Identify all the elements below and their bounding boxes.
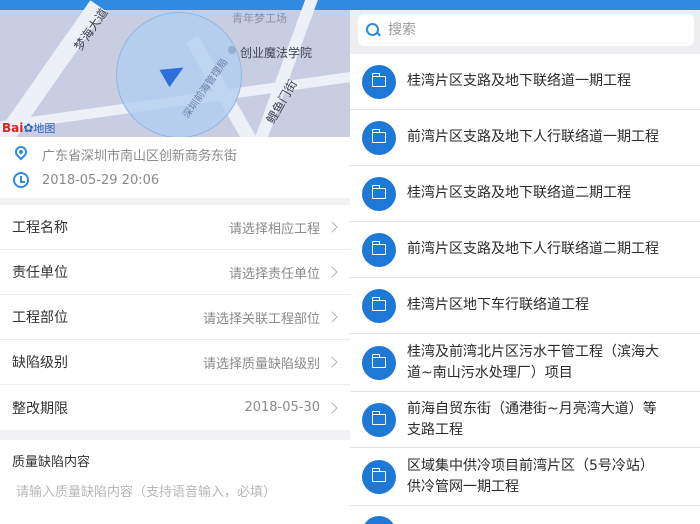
folder-icon bbox=[362, 233, 396, 267]
map-view[interactable]: 青年梦工场 梦海大道 创业魔法学院 鲤鱼门街 深圳前海管理局 Bai✿地图 bbox=[0, 0, 350, 137]
folder-icon bbox=[362, 177, 396, 211]
search-icon bbox=[366, 23, 380, 37]
list-item[interactable]: 前湾片区支路及地下人行联络道一期工程 bbox=[350, 110, 700, 166]
folder-icon bbox=[362, 65, 396, 99]
list-item-label: 前湾片区支路及地下人行联络道二期工程 bbox=[407, 241, 659, 257]
form-label: 缺陷级别 bbox=[12, 355, 68, 371]
form-value: 请选择质量缺陷级别 bbox=[202, 356, 320, 372]
chevron-right-icon bbox=[326, 311, 338, 323]
search-input[interactable] bbox=[388, 22, 668, 38]
list-item-label: 桂湾及前湾北片区污水干管工程（滨海大 道~南山污水处理厂）项目 bbox=[407, 342, 692, 384]
list-item-label: 桂湾片区支路及地下联络道一期工程 bbox=[407, 73, 631, 89]
description-input[interactable]: 请输入质量缺陷内容（支持语音输入，必填） bbox=[16, 481, 276, 500]
clock-icon bbox=[12, 171, 30, 189]
left-panel: 青年梦工场 梦海大道 创业魔法学院 鲤鱼门街 深圳前海管理局 Bai✿地图 广东… bbox=[0, 0, 350, 524]
list-item-line: 供冷管网一期工程 bbox=[407, 479, 519, 495]
list-item-line: 区域集中供冷项目前湾片区（5号冷站） bbox=[407, 458, 654, 474]
search-bar[interactable] bbox=[358, 14, 694, 46]
form-row-deadline[interactable]: 整改期限 2018-05-30 bbox=[0, 385, 350, 430]
location-pin-icon bbox=[12, 143, 30, 163]
location-info: 广东省深圳市南山区创新商务东街 2018-05-29 20:06 bbox=[0, 137, 350, 198]
chevron-right-icon bbox=[326, 356, 338, 368]
map-logo-suffix: 地图 bbox=[33, 122, 56, 135]
list-item-label: 前海自贸东街（通港街~月亮湾大道）等 支路工程 bbox=[407, 399, 692, 441]
list-item[interactable]: 前海自贸东街（通港街~月亮湾大道）等 支路工程 bbox=[350, 392, 700, 448]
list-item-label: 桂湾片区支路及地下联络道二期工程 bbox=[407, 185, 631, 201]
form-value: 2018-05-30 bbox=[244, 400, 320, 415]
list-item-line: 支路工程 bbox=[407, 422, 463, 438]
map-logo: Bai✿地图 bbox=[2, 120, 55, 136]
list-item[interactable]: 桂湾片区支路及地下联络道一期工程 bbox=[350, 54, 700, 110]
folder-icon bbox=[362, 516, 396, 524]
list-item-line: 前海自贸东街（通港街~月亮湾大道）等 bbox=[407, 401, 657, 417]
map-logo-text: Bai bbox=[2, 121, 24, 135]
list-item[interactable]: 前湾片区支路及地下人行联络道二期工程 bbox=[350, 222, 700, 278]
form-label: 工程部位 bbox=[12, 310, 68, 326]
chevron-right-icon bbox=[326, 401, 338, 414]
list-item-line: 桂湾及前湾北片区污水干管工程（滨海大 bbox=[407, 344, 659, 360]
form-row-part[interactable]: 工程部位 请选择关联工程部位 bbox=[0, 295, 350, 340]
list-item-label: 区域集中供冷项目前湾片区（5号冷站） 供冷管网一期工程 bbox=[407, 456, 692, 498]
address-row: 广东省深圳市南山区创新商务东街 bbox=[0, 142, 237, 166]
map-label: 青年梦工场 bbox=[232, 12, 287, 25]
paw-icon: ✿ bbox=[23, 121, 34, 135]
chevron-right-icon bbox=[326, 221, 338, 233]
form-label: 工程名称 bbox=[12, 220, 68, 236]
list-item[interactable] bbox=[350, 506, 700, 524]
list-item[interactable]: 桂湾片区支路及地下联络道二期工程 bbox=[350, 166, 700, 222]
chevron-right-icon bbox=[326, 266, 338, 278]
time-text: 2018-05-29 20:06 bbox=[42, 172, 160, 188]
form-value: 请选择关联工程部位 bbox=[202, 311, 320, 327]
folder-icon bbox=[362, 121, 396, 155]
list-item[interactable]: 区域集中供冷项目前湾片区（5号冷站） 供冷管网一期工程 bbox=[350, 448, 700, 506]
folder-icon bbox=[362, 289, 396, 323]
folder-icon bbox=[362, 346, 396, 380]
defect-form: 工程名称 请选择相应工程 责任单位 请选择责任单位 工程部位 请选择关联工程部位… bbox=[0, 205, 350, 430]
description-title: 质量缺陷内容 bbox=[12, 455, 91, 470]
time-row: 2018-05-29 20:06 bbox=[0, 168, 159, 192]
form-label: 整改期限 bbox=[12, 400, 68, 417]
form-row-unit[interactable]: 责任单位 请选择责任单位 bbox=[0, 250, 350, 295]
status-bar bbox=[0, 0, 350, 10]
folder-icon bbox=[362, 403, 396, 437]
list-item[interactable]: 桂湾及前湾北片区污水干管工程（滨海大 道~南山污水处理厂）项目 bbox=[350, 334, 700, 392]
list-item-line: 道~南山污水处理厂）项目 bbox=[407, 365, 573, 381]
map-label: 创业魔法学院 bbox=[240, 46, 313, 60]
list-item[interactable]: 桂湾片区地下车行联络道工程 bbox=[350, 278, 700, 334]
defect-description: 质量缺陷内容 请输入质量缺陷内容（支持语音输入，必填） bbox=[0, 440, 350, 524]
list-item-label: 桂湾片区地下车行联络道工程 bbox=[407, 297, 589, 313]
form-value: 请选择相应工程 bbox=[228, 221, 320, 237]
form-row-project[interactable]: 工程名称 请选择相应工程 bbox=[0, 205, 350, 250]
form-label: 责任单位 bbox=[12, 265, 68, 281]
address-text: 广东省深圳市南山区创新商务东街 bbox=[42, 148, 238, 164]
folder-icon bbox=[362, 460, 396, 494]
form-row-level[interactable]: 缺陷级别 请选择质量缺陷级别 bbox=[0, 340, 350, 385]
right-panel: 桂湾片区支路及地下联络道一期工程 前湾片区支路及地下人行联络道一期工程 桂湾片区… bbox=[350, 0, 700, 524]
status-bar bbox=[350, 0, 700, 10]
list-item-label: 前湾片区支路及地下人行联络道一期工程 bbox=[407, 129, 659, 145]
form-value: 请选择责任单位 bbox=[228, 266, 320, 282]
